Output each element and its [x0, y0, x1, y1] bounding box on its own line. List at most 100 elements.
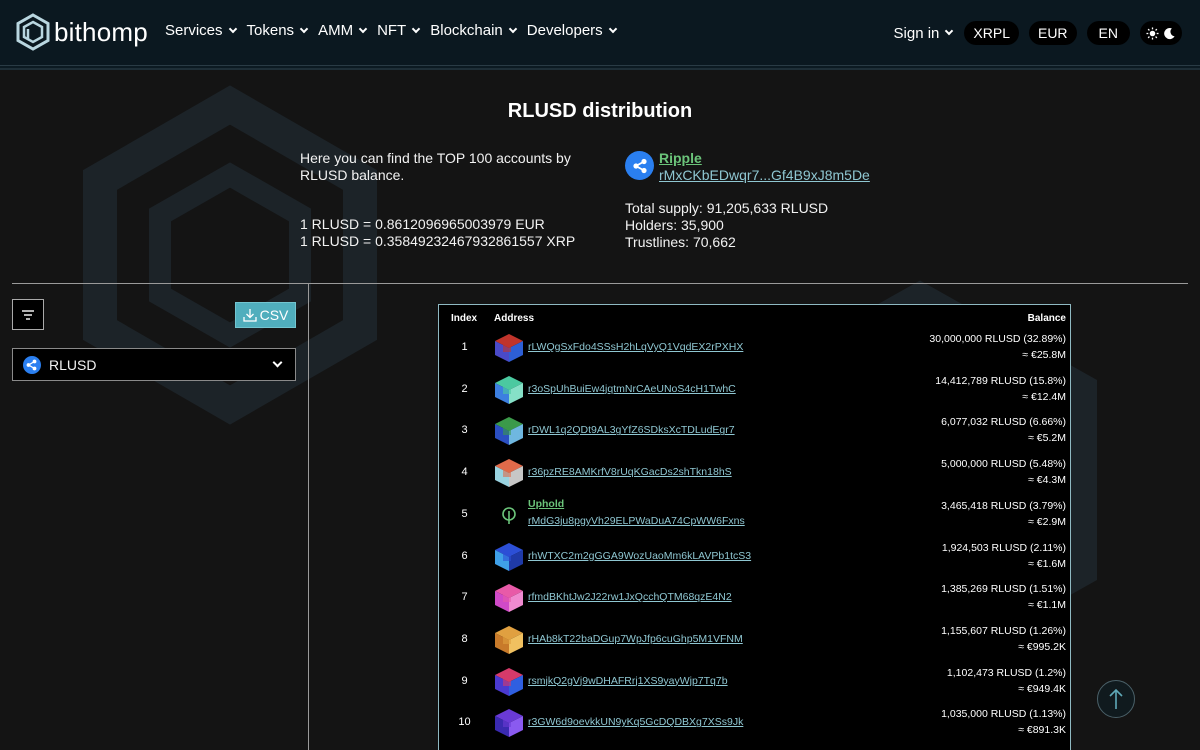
account-avatar[interactable] [494, 333, 524, 363]
table-row: 10 r3GW6d9oevkkUN9yKq5GcDQDBXg7XSs9Jk 1,03… [439, 702, 1070, 744]
holders-count: Holders: 35,900 [625, 217, 724, 233]
logo-text: bithomp [54, 16, 148, 47]
holders-table: Index Address Balance 1 rLWQgSxFdo4SSsH2h… [438, 304, 1071, 750]
balance-amount: 14,412,789 RLUSD (15.8%) [935, 374, 1066, 387]
balance-amount: 1,385,269 RLUSD (1.51%) [941, 583, 1066, 596]
account-avatar[interactable] [494, 583, 524, 613]
currency-switch-button[interactable]: EUR [1028, 21, 1077, 45]
account-address-link[interactable]: rMdG3ju8pgyVh29ELPWaDuA74CpWW6Fxns [528, 515, 745, 527]
table-row: 6 rhWTXC2m2gGGA9WozUaoMm6kLAVPb1tcS3 1,924… [439, 536, 1070, 578]
balance-amount: 30,000,000 RLUSD (32.89%) [929, 333, 1066, 345]
top-navigation-bar: bithomp Services Tokens AMM NFT Blockcha… [0, 0, 1200, 66]
column-header-balance: Balance [1027, 313, 1066, 324]
account-address-link[interactable]: r36pzRE8AMKrfV8rUqKGacDs2shTkn18hS [528, 466, 732, 478]
account-address-link[interactable]: r3GW6d9oevkkUN9yKq5GcDQDBXg7XSs9Jk [528, 716, 743, 728]
balance-value-eur: ≈ €891.3K [1018, 724, 1066, 737]
row-index: 5 [461, 507, 468, 520]
balance-value-eur: ≈ €12.4M [1022, 390, 1066, 403]
balance-amount: 5,000,000 RLUSD (5.48%) [941, 458, 1066, 471]
filter-icon [22, 309, 34, 320]
account-address-link[interactable]: r3oSpUhBuiEw4jqtmNrCAeUNoS4cH1TwhC [528, 383, 736, 395]
account-avatar[interactable] [494, 708, 524, 738]
account-address-link[interactable]: rDWL1q2QDt9AL3gYfZ6SDksXcTDLudEgr7 [528, 424, 735, 436]
issuer-info: Ripple rMxCKbEDwqr7...Gf4B9xJ8m5De [625, 150, 870, 184]
table-row: 9 rsmjkQ2gVj9wDHAFRrj1XS9yayWjp7Tq7b 1,102… [439, 661, 1070, 703]
chevron-down-icon [272, 357, 283, 368]
nav-tokens[interactable]: Tokens [247, 22, 309, 39]
account-address-link[interactable]: rhWTXC2m2gGGA9WozUaoMm6kLAVPb1tcS3 [528, 550, 751, 562]
nav-nft[interactable]: NFT [377, 22, 421, 39]
column-header-address: Address [494, 313, 535, 324]
filter-button[interactable] [12, 299, 44, 330]
sign-in-menu[interactable]: Sign in [894, 25, 954, 42]
row-index: 2 [461, 382, 468, 395]
table-row: 7 rfmdBKhtJw2J22rw1JxQcchQTM68qzE4N2 1,385… [439, 577, 1070, 619]
table-row: 8 rHAb8kT22baDGup7WpJfp6cuGhp5M1VFNM 1,155… [439, 619, 1070, 661]
theme-toggle[interactable] [1140, 21, 1182, 45]
balance-value-eur: ≈ €1.1M [1028, 599, 1066, 612]
nav-developers[interactable]: Developers [527, 22, 617, 39]
intro-text: Here you can find the TOP 100 accounts b… [300, 150, 571, 183]
rate-eur: 1 RLUSD = 0.8612096965003979 EUR [300, 216, 545, 232]
nav-blockchain[interactable]: Blockchain [430, 22, 518, 39]
row-index: 9 [461, 674, 468, 687]
csv-download-button[interactable]: CSV [235, 302, 296, 328]
account-address-link[interactable]: rfmdBKhtJw2J22rw1JxQcchQTM68qzE4N2 [528, 591, 732, 603]
table-row: 2 r3oSpUhBuiEw4jqtmNrCAeUNoS4cH1TwhC 14,41… [439, 369, 1070, 411]
main-content: RLUSD distribution Here you can find the… [0, 70, 1200, 750]
account-avatar[interactable] [494, 667, 524, 697]
account-username-link[interactable]: Uphold [528, 498, 564, 510]
sun-icon [1146, 26, 1159, 40]
row-index: 8 [461, 632, 468, 645]
balance-value-eur: ≈ €5.2M [1028, 432, 1066, 445]
table-row: 4 r36pzRE8AMKrfV8rUqKGacDs2shTkn18hS 5,000… [439, 452, 1070, 494]
nav-services[interactable]: Services [165, 22, 237, 39]
account-avatar[interactable] [494, 458, 524, 488]
xrp-ripple-icon [23, 355, 41, 374]
chevron-down-icon [945, 26, 954, 36]
download-icon [242, 309, 257, 322]
nav-amm[interactable]: AMM [318, 22, 368, 39]
sidebar-divider [308, 283, 309, 750]
exchange-rates: 1 RLUSD = 0.8612096965003979 EUR 1 RLUSD… [300, 216, 575, 250]
chevron-down-icon [299, 24, 309, 33]
issuer-address-link[interactable]: rMxCKbEDwqr7...Gf4B9xJ8m5De [659, 167, 870, 184]
token-select[interactable]: RLUSD [12, 348, 296, 381]
row-index: 3 [461, 424, 468, 437]
balance-amount: 3,465,418 RLUSD (3.79%) [941, 499, 1066, 512]
account-avatar[interactable] [494, 499, 524, 530]
chevron-down-icon [608, 24, 617, 33]
account-address-link[interactable]: rsmjkQ2gVj9wDHAFRrj1XS9yayWjp7Tq7b [528, 675, 728, 687]
language-switch-button[interactable]: EN [1086, 21, 1130, 45]
row-index: 1 [461, 341, 468, 353]
header-right-controls: Sign in XRPL EUR EN [894, 21, 1182, 45]
balance-value-eur: ≈ €995.2K [1018, 640, 1066, 653]
row-index: 6 [461, 549, 468, 562]
account-avatar[interactable] [494, 416, 524, 446]
account-avatar[interactable] [494, 375, 524, 405]
account-address-link[interactable]: rHAb8kT22baDGup7WpJfp6cuGhp5M1VFNM [528, 633, 743, 645]
header-divider [0, 68, 1200, 70]
network-switch-button[interactable]: XRPL [964, 21, 1019, 45]
account-avatar[interactable] [494, 625, 524, 655]
chevron-down-icon [508, 24, 518, 33]
main-nav: Services Tokens AMM NFT Blockchain Devel… [165, 22, 617, 39]
page-title: RLUSD distribution [507, 100, 693, 122]
scroll-to-top-button[interactable] [1097, 680, 1135, 718]
row-index: 10 [458, 716, 471, 729]
row-index: 7 [461, 591, 468, 604]
balance-amount: 1,102,473 RLUSD (1.2%) [946, 666, 1066, 679]
account-address-link[interactable]: rLWQgSxFdo4SSsH2hLqVyQ1VqdEX2rPXHX [528, 341, 743, 353]
chevron-down-icon [228, 24, 237, 33]
total-supply: Total supply: 91,205,633 RLUSD [625, 200, 829, 216]
balance-value-eur: ≈ €25.8M [1022, 349, 1066, 361]
issuer-name-link[interactable]: Ripple [659, 150, 870, 167]
moon-icon [1164, 27, 1175, 39]
balance-value-eur: ≈ €1.6M [1028, 557, 1066, 570]
chevron-down-icon [411, 24, 421, 33]
token-select-value: RLUSD [49, 356, 97, 373]
chevron-down-icon [358, 24, 368, 33]
account-avatar[interactable] [494, 542, 524, 572]
balance-amount: 1,924,503 RLUSD (2.11%) [941, 541, 1066, 554]
logo[interactable]: bithomp [16, 13, 148, 51]
